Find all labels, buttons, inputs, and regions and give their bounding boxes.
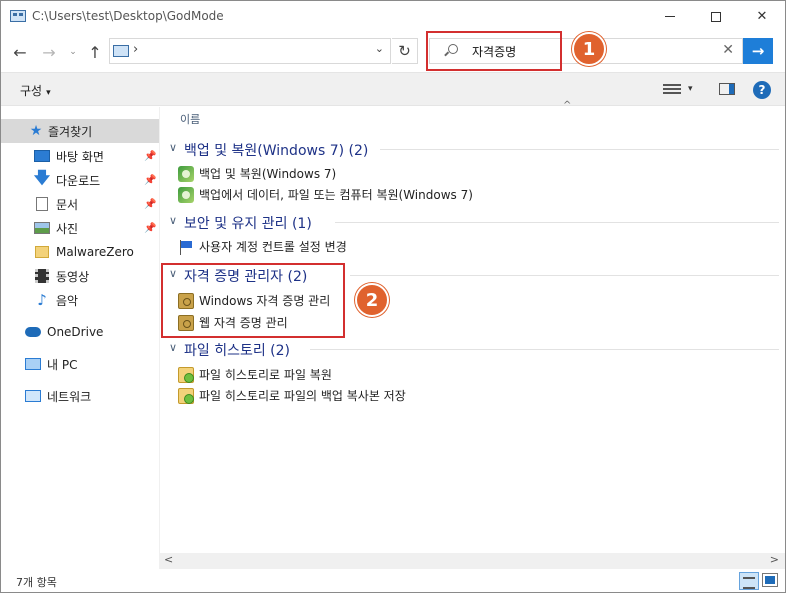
cloud-icon [25, 327, 41, 337]
chevron-down-icon[interactable]: ∨ [169, 214, 177, 227]
list-item[interactable]: 백업에서 데이터, 파일 또는 컴퓨터 복원(Windows 7) [178, 184, 473, 205]
forward-button[interactable]: → [39, 41, 59, 63]
details-view-icon[interactable] [663, 84, 681, 96]
scroll-right-icon[interactable]: > [770, 553, 779, 566]
sidebar-item-this-pc[interactable]: 내 PC [1, 352, 159, 376]
group-title: 백업 및 복원(Windows 7) (2) [184, 143, 369, 159]
details-view-button[interactable] [739, 572, 759, 590]
step-badge-2: 2 [355, 283, 389, 317]
navigation-bar: ← → ⌄ ↑ › ⌄ ↻ ✕ → [1, 32, 785, 72]
pictures-icon [34, 222, 50, 234]
organize-label: 구성 [20, 84, 43, 98]
sort-ascending-icon: ^ [563, 100, 572, 111]
close-button[interactable]: ✕ [739, 1, 785, 32]
sidebar-item-onedrive[interactable]: OneDrive [1, 320, 159, 344]
sidebar-item-music[interactable]: ♪ 음악 [1, 288, 159, 312]
backup-restore-icon [178, 186, 194, 203]
navigation-pane: ★ 즐겨찾기 바탕 화면 📌 🡇 다운로드 📌 문서 📌 사진 📌 Malwar… [1, 107, 159, 569]
address-dropdown-icon[interactable]: ⌄ [375, 42, 384, 55]
sidebar-item-malwarezero[interactable]: MalwareZero [1, 240, 159, 264]
address-bar[interactable]: › ⌄ [109, 38, 391, 64]
list-item[interactable]: 사용자 계정 컨트롤 설정 변경 [178, 236, 347, 257]
organize-menu[interactable]: 구성 ▾ [20, 82, 51, 99]
desktop-icon [34, 150, 50, 162]
group-divider [380, 149, 779, 150]
download-icon: 🡇 [33, 167, 51, 187]
list-item[interactable]: 파일 히스토리로 파일 복원 [178, 364, 332, 385]
music-icon: ♪ [37, 291, 47, 309]
group-divider [310, 349, 779, 350]
maximize-button[interactable] [693, 1, 739, 32]
refresh-button[interactable]: ↻ [392, 38, 418, 64]
maximize-icon [711, 11, 721, 22]
help-icon[interactable]: ? [753, 81, 771, 99]
pin-icon: 📌 [144, 222, 157, 234]
sidebar-item-quick-access[interactable]: ★ 즐겨찾기 [1, 119, 159, 143]
step-badge-1: 1 [572, 32, 606, 66]
list-item[interactable]: 파일 히스토리로 파일의 백업 복사본 저장 [178, 385, 406, 406]
recent-locations-button[interactable]: ⌄ [63, 41, 83, 63]
pin-icon: 📌 [144, 150, 157, 162]
explorer-window: C:\Users\test\Desktop\GodMode ✕ ← → ⌄ ↑ … [0, 0, 786, 593]
item-count: 7개 항목 [16, 576, 57, 589]
pin-icon: 📌 [144, 174, 157, 186]
pin-icon: 📌 [144, 198, 157, 210]
sidebar-item-desktop[interactable]: 바탕 화면 📌 [1, 144, 159, 168]
breadcrumb-chevron-icon[interactable]: › [133, 42, 138, 57]
back-button[interactable]: ← [10, 41, 30, 63]
sidebar-item-network[interactable]: 네트워크 [1, 384, 159, 408]
folder-icon [35, 246, 49, 258]
group-header-file-history[interactable]: ∨ 파일 히스토리 (2) [160, 338, 785, 360]
credential-group-highlight-box [161, 263, 345, 338]
minimize-icon [665, 16, 675, 17]
search-go-button[interactable]: → [743, 38, 773, 64]
minimize-button[interactable] [647, 1, 693, 32]
sidebar-item-downloads[interactable]: 🡇 다운로드 📌 [1, 168, 159, 192]
file-history-icon [178, 387, 194, 404]
network-icon [25, 390, 41, 402]
command-bar: 구성 ▾ ▾ ? [1, 72, 785, 106]
column-header-name[interactable]: 이름 [180, 111, 200, 127]
search-highlight-box [426, 31, 562, 71]
group-divider [335, 222, 779, 223]
up-button[interactable]: ↑ [85, 41, 105, 63]
control-panel-icon [10, 10, 26, 22]
horizontal-scrollbar[interactable]: < > [160, 553, 785, 569]
sidebar-item-documents[interactable]: 문서 📌 [1, 192, 159, 216]
list-item[interactable]: 백업 및 복원(Windows 7) [178, 163, 336, 184]
control-panel-icon [113, 45, 129, 57]
sidebar-item-pictures[interactable]: 사진 📌 [1, 216, 159, 240]
clear-search-icon[interactable]: ✕ [722, 42, 734, 58]
scroll-left-icon[interactable]: < [164, 553, 173, 566]
view-options-caret-icon[interactable]: ▾ [688, 84, 693, 94]
close-icon: ✕ [756, 9, 768, 24]
file-history-icon [178, 366, 194, 383]
chevron-down-icon: ▾ [46, 88, 51, 98]
preview-pane-icon[interactable] [719, 83, 735, 95]
chevron-down-icon[interactable]: ∨ [169, 141, 177, 154]
window-title: C:\Users\test\Desktop\GodMode [32, 9, 224, 23]
group-header-backup[interactable]: ∨ 백업 및 복원(Windows 7) (2) [160, 138, 785, 160]
status-bar: 7개 항목 [1, 570, 785, 592]
chevron-down-icon[interactable]: ∨ [169, 341, 177, 354]
title-bar[interactable]: C:\Users\test\Desktop\GodMode ✕ [1, 1, 785, 32]
video-icon [35, 269, 49, 283]
sidebar-item-videos[interactable]: 동영상 [1, 264, 159, 288]
flag-icon [178, 239, 194, 255]
large-icons-view-button[interactable] [762, 573, 778, 587]
group-title: 파일 히스토리 (2) [184, 343, 291, 359]
computer-icon [25, 358, 41, 370]
group-divider [350, 275, 779, 276]
group-title: 보안 및 유지 관리 (1) [184, 216, 312, 232]
group-header-security[interactable]: ∨ 보안 및 유지 관리 (1) [160, 211, 785, 233]
document-icon [36, 197, 48, 211]
backup-restore-icon [178, 165, 194, 182]
star-icon: ★ [29, 123, 43, 139]
